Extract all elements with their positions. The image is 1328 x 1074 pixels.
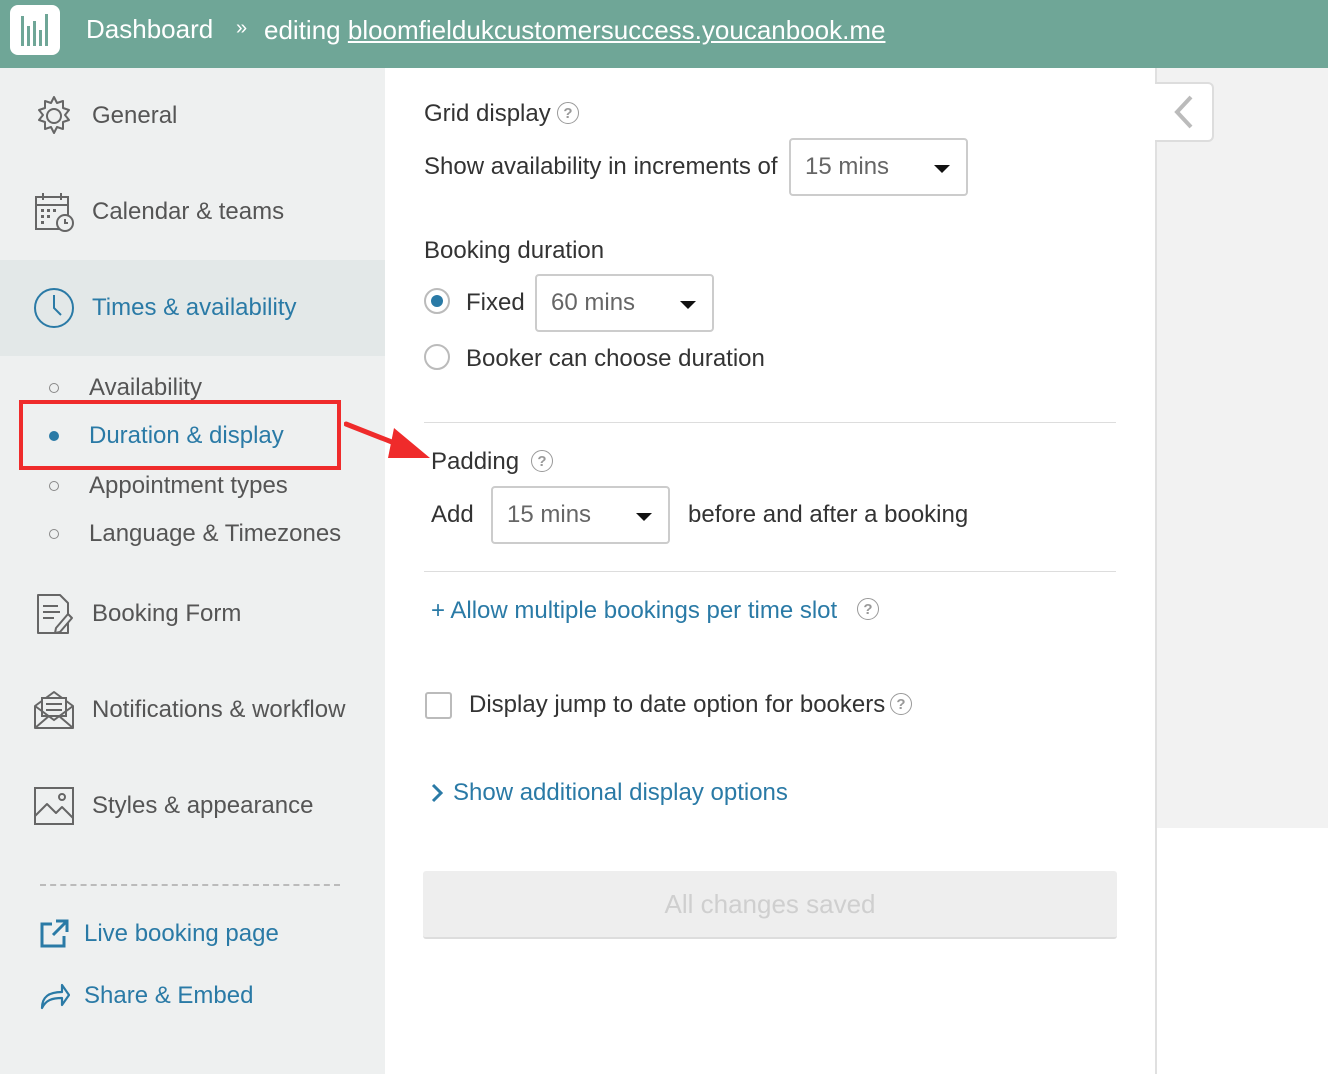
annotation-arrow-icon (344, 421, 430, 458)
multiple-bookings-help-icon[interactable]: ? (857, 598, 879, 620)
bullet-icon (49, 529, 59, 539)
sidebar-item-notifications-workflow[interactable]: Notifications & workflow (0, 662, 385, 758)
sidebar-item-label: Booking Form (92, 600, 242, 627)
increments-label: Show availability in increments of (424, 153, 778, 180)
padding-select-value: 15 mins (507, 501, 592, 528)
breadcrumb-editing: editing bloomfieldukcustomersuccess.youc… (264, 15, 885, 46)
sidebar-divider (40, 884, 340, 886)
section-divider (424, 571, 1116, 572)
sidebar-subitem-label: Appointment types (89, 472, 288, 499)
form-icon (37, 594, 73, 634)
chevron-left-icon (1173, 95, 1192, 129)
increments-select-value: 15 mins (805, 153, 890, 180)
padding-select[interactable]: 15 mins (491, 486, 670, 544)
editing-prefix: editing (264, 15, 341, 45)
show-additional-options-link[interactable]: Show additional display options (453, 779, 788, 807)
logo-bars-icon (21, 14, 48, 46)
fixed-duration-select-value: 60 mins (551, 289, 636, 316)
booker-choose-duration-radio[interactable] (424, 344, 450, 370)
top-bar: Dashboard » editing bloomfieldukcustomer… (0, 0, 1328, 68)
caret-down-icon (636, 513, 652, 521)
sidebar-subitem-appointment-types[interactable]: Appointment types (0, 464, 385, 508)
fixed-duration-radio[interactable] (424, 288, 450, 314)
live-booking-page-link[interactable]: Live booking page (38, 918, 279, 950)
caret-down-icon (680, 301, 696, 309)
annotation-highlight-box (19, 400, 341, 470)
sidebar-item-label: Calendar & teams (92, 198, 285, 225)
collapse-panel-button[interactable] (1155, 82, 1214, 142)
padding-help-icon[interactable]: ? (531, 450, 553, 472)
live-booking-page-label: Live booking page (84, 920, 279, 947)
bullet-icon (49, 383, 59, 393)
allow-multiple-bookings-link[interactable]: + Allow multiple bookings per time slot (431, 597, 837, 625)
grid-display-title: Grid display (424, 100, 551, 127)
grid-display-help-icon[interactable]: ? (557, 102, 579, 124)
app-logo[interactable] (10, 5, 60, 55)
sidebar-subitem-label: Language & Timezones (89, 520, 342, 547)
calendar-icon (35, 193, 74, 232)
breadcrumb-dashboard[interactable]: Dashboard (86, 14, 213, 45)
jump-to-date-label: Display jump to date option for bookers (469, 691, 886, 718)
sidebar-item-times-availability[interactable]: Times & availability (0, 260, 385, 356)
increments-select[interactable]: 15 mins (789, 138, 968, 196)
sidebar-item-general[interactable]: General (0, 68, 385, 164)
share-embed-link[interactable]: Share & Embed (38, 980, 253, 1012)
fixed-duration-label: Fixed (466, 289, 525, 316)
jump-to-date-checkbox[interactable] (425, 692, 452, 719)
breadcrumb-separator: » (236, 17, 248, 39)
share-icon (40, 983, 70, 1010)
jump-to-date-help-icon[interactable]: ? (890, 693, 912, 715)
padding-suffix-label: before and after a booking (688, 501, 969, 528)
gear-icon (38, 96, 70, 134)
image-icon (34, 787, 74, 825)
save-status-button[interactable]: All changes saved (423, 871, 1117, 939)
sidebar-item-calendar-teams[interactable]: Calendar & teams (0, 164, 385, 260)
sidebar-item-styles-appearance[interactable]: Styles & appearance (0, 758, 385, 854)
right-background (1157, 68, 1328, 828)
booking-duration-title: Booking duration (424, 237, 605, 264)
sidebar-item-label: Styles & appearance (92, 792, 314, 819)
fixed-duration-select[interactable]: 60 mins (535, 274, 714, 332)
sidebar-item-label: Notifications & workflow (92, 696, 346, 723)
sidebar-item-label: General (92, 102, 178, 129)
bullet-icon (49, 481, 59, 491)
sidebar-item-booking-form[interactable]: Booking Form (0, 566, 385, 662)
editing-site-link[interactable]: bloomfieldukcustomersuccess.youcanbook.m… (348, 15, 886, 45)
booker-choose-duration-label: Booker can choose duration (466, 345, 765, 372)
share-embed-label: Share & Embed (84, 982, 254, 1009)
sidebar-subitem-language-timezones[interactable]: Language & Timezones (0, 512, 385, 556)
section-divider (424, 422, 1116, 423)
chevron-right-icon (431, 783, 444, 803)
clock-icon (34, 288, 74, 328)
padding-add-label: Add (431, 501, 474, 528)
sidebar-subitem-label: Availability (89, 374, 202, 401)
caret-down-icon (934, 165, 950, 173)
padding-title: Padding (431, 448, 520, 475)
envelope-icon (34, 691, 74, 729)
external-link-icon (40, 919, 69, 948)
sidebar-item-label: Times & availability (92, 294, 297, 321)
